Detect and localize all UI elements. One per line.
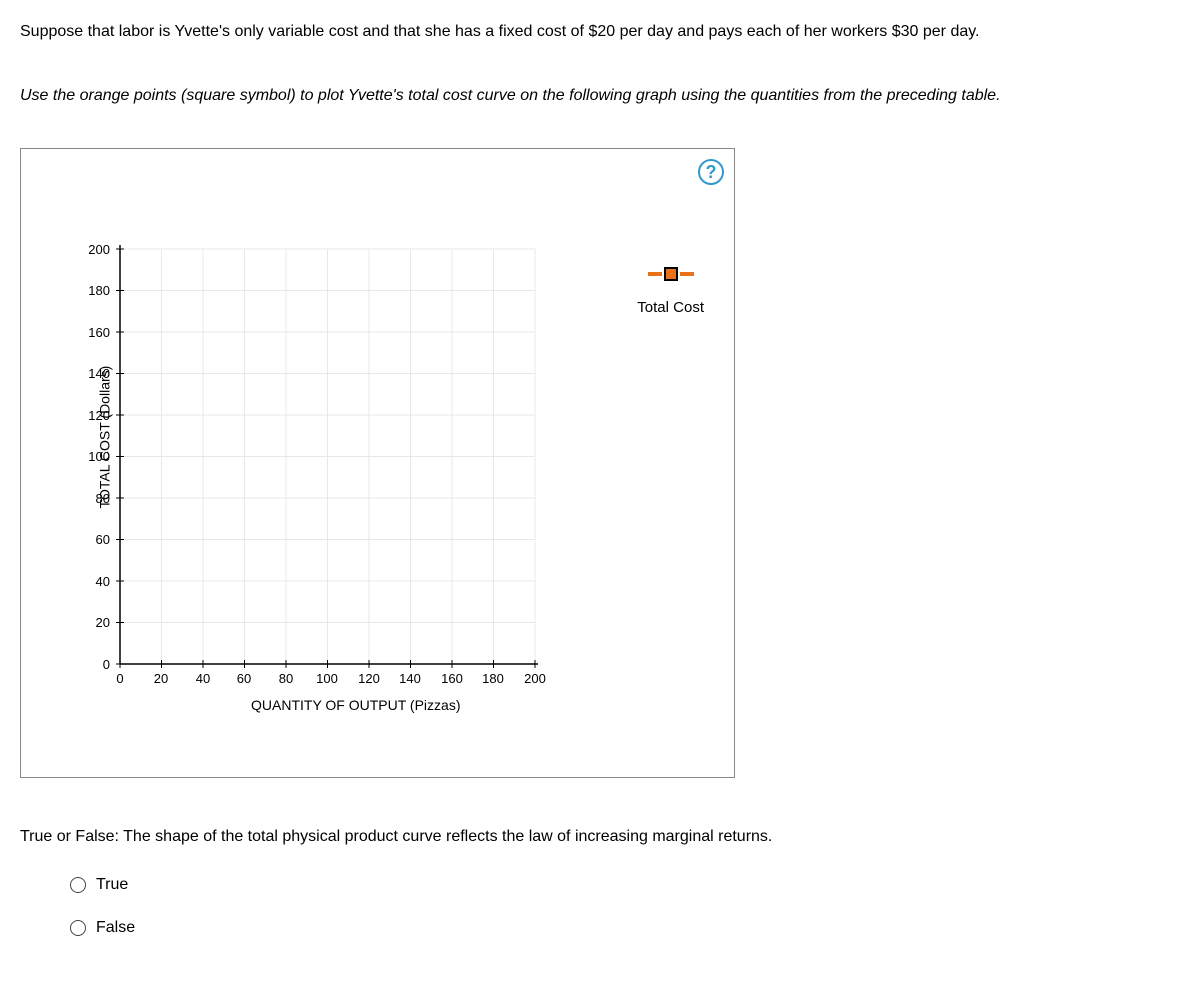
x-tick-100: 100 xyxy=(312,671,342,686)
x-tick-160: 160 xyxy=(437,671,467,686)
square-icon xyxy=(664,267,678,281)
x-tick-180: 180 xyxy=(478,671,508,686)
x-tick-60: 60 xyxy=(229,671,259,686)
x-tick-140: 140 xyxy=(395,671,425,686)
y-tick-0: 0 xyxy=(80,657,110,672)
x-tick-120: 120 xyxy=(354,671,384,686)
radio-true-circle[interactable] xyxy=(70,877,86,893)
radio-option-false[interactable]: False xyxy=(70,919,1180,937)
y-tick-60: 60 xyxy=(80,532,110,547)
y-tick-200: 200 xyxy=(80,242,110,257)
y-tick-180: 180 xyxy=(80,283,110,298)
y-tick-20: 20 xyxy=(80,615,110,630)
y-tick-40: 40 xyxy=(80,574,110,589)
intro-paragraph: Suppose that labor is Yvette's only vari… xyxy=(20,20,1180,44)
x-tick-0: 0 xyxy=(105,671,135,686)
x-tick-20: 20 xyxy=(146,671,176,686)
radio-false-label: False xyxy=(96,919,135,937)
x-tick-80: 80 xyxy=(271,671,301,686)
legend-symbol xyxy=(648,267,694,281)
x-axis-label: QUANTITY OF OUTPUT (Pizzas) xyxy=(251,697,461,713)
instruction-paragraph: Use the orange points (square symbol) to… xyxy=(20,84,1180,108)
help-icon[interactable]: ? xyxy=(698,159,724,185)
total-cost-legend[interactable]: Total Cost xyxy=(637,267,704,316)
y-tick-160: 160 xyxy=(80,325,110,340)
chart-svg xyxy=(66,239,556,719)
radio-true-label: True xyxy=(96,876,128,894)
x-tick-40: 40 xyxy=(188,671,218,686)
legend-label: Total Cost xyxy=(637,299,704,316)
radio-option-true[interactable]: True xyxy=(70,876,1180,894)
radio-false-circle[interactable] xyxy=(70,920,86,936)
graph-container: ? xyxy=(20,148,735,778)
x-tick-200: 200 xyxy=(520,671,550,686)
y-axis-label: TOTAL COST (Dollars) xyxy=(96,366,112,509)
question2-text: True or False: The shape of the total ph… xyxy=(20,828,1180,846)
plot-region[interactable]: 200 180 160 140 120 100 80 60 40 20 0 0 … xyxy=(66,239,556,719)
